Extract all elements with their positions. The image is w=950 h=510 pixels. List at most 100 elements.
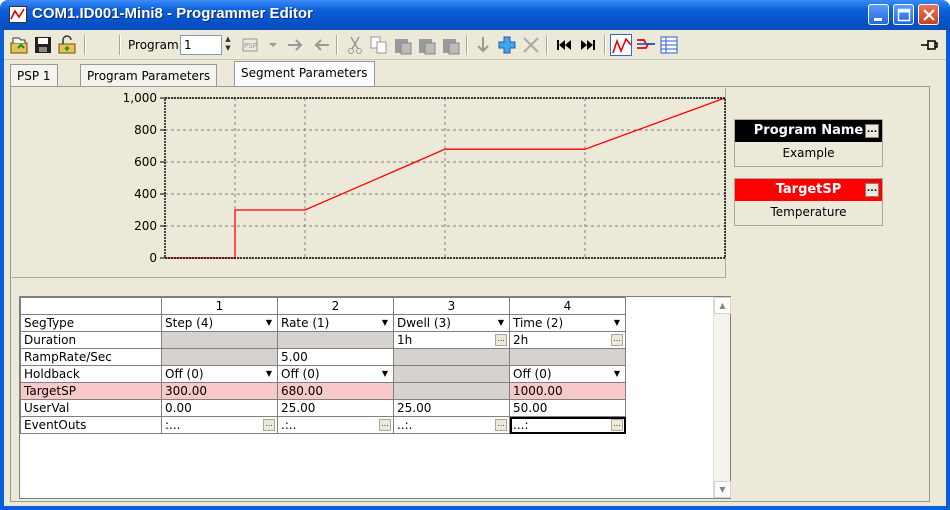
grid-cell[interactable]: 25.00 [277, 399, 394, 417]
insert-down-button[interactable] [472, 34, 494, 56]
move-left-button[interactable] [310, 34, 332, 56]
toolbar-separator [336, 35, 338, 55]
parameters-view-button[interactable] [635, 34, 657, 56]
cell-value: 25.00 [281, 401, 316, 415]
program-name-ellipsis-button[interactable]: ... [865, 124, 879, 138]
add-segment-icon [498, 36, 516, 54]
tab-psp-1[interactable]: PSP 1 [10, 64, 58, 86]
insert-down-icon [477, 37, 489, 53]
scroll-up-button[interactable]: ▲ [714, 297, 731, 314]
cut-button[interactable] [344, 34, 366, 56]
chevron-down-icon[interactable]: ▼ [263, 367, 275, 381]
grid-cell[interactable]: Rate (1) ▼ [277, 314, 394, 332]
title-bar[interactable]: COM1.ID001-Mini8 - Programmer Editor [0, 0, 950, 30]
program-number-input[interactable] [180, 35, 222, 55]
program-spinner[interactable]: ▲ ▼ [222, 35, 234, 55]
table-row: TargetSP 300.00 680.00 1000.00 [20, 382, 626, 400]
close-button[interactable] [918, 4, 939, 25]
open-button[interactable] [8, 34, 30, 56]
chevron-down-icon[interactable]: ▼ [611, 367, 623, 381]
scroll-down-button[interactable]: ▼ [714, 481, 731, 498]
ellipsis-button[interactable]: ... [611, 419, 623, 431]
grid-cell[interactable]: 25.00 [393, 399, 510, 417]
paste-before-icon [419, 39, 436, 55]
grid-cell[interactable]: Off (0) ▼ [161, 365, 278, 383]
target-header[interactable]: TargetSP ... [735, 179, 882, 201]
grid-cell[interactable]: ..:.... [393, 416, 510, 434]
grid-cell[interactable]: Step (4) ▼ [161, 314, 278, 332]
move-right-button[interactable] [285, 34, 307, 56]
grid-cell[interactable]: 680.00 [277, 382, 394, 400]
row-label: TargetSP [20, 382, 162, 400]
grid-cell[interactable]: 0.00 [161, 399, 278, 417]
first-segment-button[interactable] [553, 34, 575, 56]
maximize-button[interactable] [893, 4, 914, 25]
ellipsis-button[interactable]: ... [379, 419, 391, 431]
toolbar-separator [604, 35, 606, 55]
grid-cell[interactable]: :...... [161, 416, 278, 434]
grid-cell[interactable]: Off (0) ▼ [509, 365, 626, 383]
grid-cell[interactable]: Dwell (3) ▼ [393, 314, 510, 332]
paste-after-button[interactable] [440, 34, 462, 56]
table-view-button[interactable] [658, 34, 680, 56]
program-label: Program: [128, 38, 183, 52]
grid-cell[interactable]: 50.00 [509, 399, 626, 417]
copy-button[interactable] [368, 34, 390, 56]
grid-cell[interactable]: Off (0) ▼ [277, 365, 394, 383]
table-row: Holdback Off (0) ▼ Off (0) ▼ Off (0) ▼ [20, 365, 626, 383]
target-ellipsis-button[interactable]: ... [865, 183, 879, 197]
psp-dropdown[interactable] [262, 34, 284, 56]
column-header: 2 [277, 297, 394, 315]
psp-button[interactable]: PSP [240, 34, 262, 56]
chevron-down-icon[interactable]: ▼ [611, 316, 623, 330]
program-name-header-label: Program Name [753, 123, 864, 138]
ellipsis-button[interactable]: ... [263, 419, 275, 431]
cell-value: .:.. [281, 418, 297, 432]
grid-cell[interactable]: 2h... [509, 331, 626, 349]
grid-cell[interactable]: .:..... [277, 416, 394, 434]
delete-segment-button[interactable] [520, 34, 542, 56]
y-tick-label: 1,000 [123, 91, 157, 105]
program-name-header[interactable]: Program Name ... [735, 120, 882, 142]
vertical-scrollbar[interactable]: ▲ ▼ [713, 297, 731, 498]
chevron-down-icon[interactable]: ▼ [379, 367, 391, 381]
target-value: Temperature [770, 205, 847, 219]
cell-value: 25.00 [397, 401, 432, 415]
chevron-down-icon[interactable]: ▼ [379, 316, 391, 330]
grid-cell[interactable]: 300.00 [161, 382, 278, 400]
grid-cell[interactable]: Time (2) ▼ [509, 314, 626, 332]
paste-button[interactable] [392, 34, 414, 56]
pin-button[interactable] [918, 34, 940, 56]
target-header-label: TargetSP [775, 182, 842, 197]
ellipsis-button[interactable]: ... [611, 334, 623, 346]
tab-program-parameters[interactable]: Program Parameters [80, 64, 218, 86]
toolbar-separator [84, 35, 86, 55]
grid-cell[interactable]: 1h... [393, 331, 510, 349]
maximize-icon [897, 8, 911, 22]
save-button[interactable] [32, 34, 54, 56]
grid-cell [509, 348, 626, 366]
unlock-button[interactable] [56, 34, 78, 56]
y-tick-label: 0 [149, 251, 157, 265]
chevron-down-icon[interactable]: ▼ [495, 316, 507, 330]
grid-cell[interactable]: 5.00 [277, 348, 394, 366]
tab-segment-parameters[interactable]: Segment Parameters [234, 61, 375, 87]
grid-cell[interactable]: 1000.00 [509, 382, 626, 400]
program-chart: 1,000 800 600 400 200 0 [12, 88, 726, 278]
cell-value: 1000.00 [513, 384, 563, 398]
ellipsis-button[interactable]: ... [495, 419, 507, 431]
add-segment-button[interactable] [496, 34, 518, 56]
toolbar-separator [466, 35, 468, 55]
last-segment-button[interactable] [577, 34, 599, 56]
move-left-icon [314, 39, 329, 51]
cell-value: 50.00 [513, 401, 548, 415]
paste-before-button[interactable] [416, 34, 438, 56]
cell-value: :... [165, 418, 181, 432]
chart-view-button[interactable] [610, 34, 632, 56]
window-title: COM1.ID001-Mini8 - Programmer Editor [32, 5, 313, 22]
chevron-down-icon[interactable]: ▼ [263, 316, 275, 330]
ellipsis-button[interactable]: ... [495, 334, 507, 346]
minimize-button[interactable] [868, 4, 889, 25]
last-segment-icon [581, 40, 595, 50]
grid-cell[interactable]: ...:... [509, 416, 626, 434]
